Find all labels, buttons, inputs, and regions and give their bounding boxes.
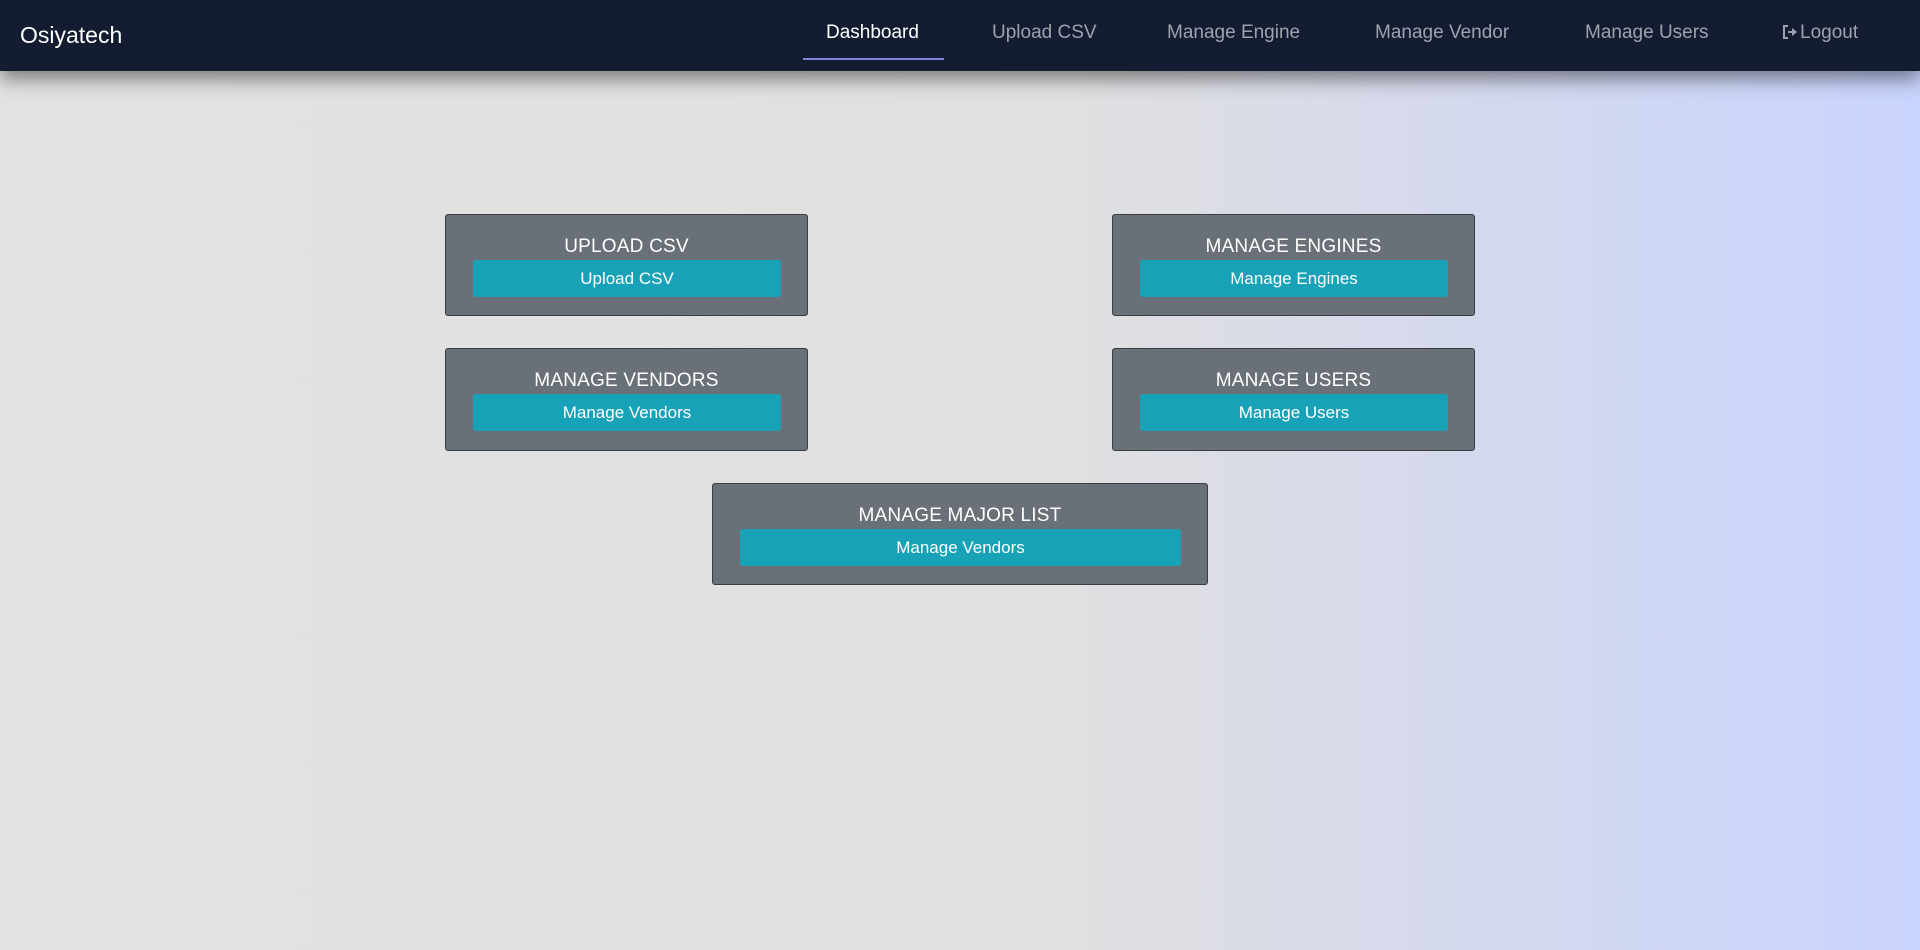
card-title: UPLOAD CSV [564, 236, 689, 257]
card-title: MANAGE MAJOR LIST [858, 505, 1062, 526]
nav-link-upload-csv[interactable]: Upload CSV [992, 20, 1097, 46]
manage-major-list-button[interactable]: Manage Vendors [740, 529, 1181, 566]
nav-link-manage-users[interactable]: Manage Users [1585, 20, 1709, 46]
manage-users-button[interactable]: Manage Users [1140, 394, 1448, 431]
manage-engines-button[interactable]: Manage Engines [1140, 260, 1448, 297]
card-manage-users: MANAGE USERS Manage Users [1112, 348, 1475, 451]
manage-vendors-button[interactable]: Manage Vendors [473, 394, 781, 431]
card-title: MANAGE USERS [1215, 370, 1372, 391]
card-manage-major-list: MANAGE MAJOR LIST Manage Vendors [712, 483, 1208, 585]
card-title: MANAGE ENGINES [1205, 236, 1382, 257]
card-manage-engines: MANAGE ENGINES Manage Engines [1112, 214, 1475, 316]
card-title: MANAGE VENDORS [534, 370, 719, 391]
nav-link-manage-engine[interactable]: Manage Engine [1167, 20, 1300, 46]
nav-link-logout[interactable]: Logout [1782, 20, 1858, 46]
top-navbar: Osiyatech Dashboard Upload CSV Manage En… [0, 0, 1920, 71]
nav-link-dashboard[interactable]: Dashboard [826, 20, 919, 46]
active-nav-indicator [803, 58, 944, 60]
card-upload-csv: UPLOAD CSV Upload CSV [445, 214, 808, 316]
nav-link-manage-vendor[interactable]: Manage Vendor [1375, 20, 1509, 46]
logout-icon [1782, 22, 1799, 39]
brand-logo[interactable]: Osiyatech [20, 20, 122, 50]
logout-label: Logout [1800, 22, 1859, 43]
card-manage-vendors: MANAGE VENDORS Manage Vendors [445, 348, 808, 451]
upload-csv-button[interactable]: Upload CSV [473, 260, 781, 297]
